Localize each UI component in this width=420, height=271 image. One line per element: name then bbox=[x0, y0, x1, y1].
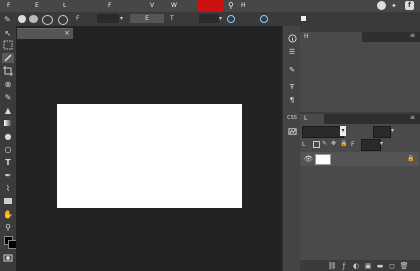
size-field[interactable] bbox=[97, 14, 119, 23]
fill-select[interactable] bbox=[361, 139, 381, 151]
reddit-icon[interactable] bbox=[377, 1, 386, 10]
path-select-icon[interactable]: ⌇ bbox=[2, 183, 14, 193]
brush-panel-icon[interactable]: ✎ bbox=[285, 64, 299, 76]
menu-filter[interactable]: F bbox=[108, 2, 111, 9]
image-icon[interactable] bbox=[285, 125, 299, 137]
brush-icon[interactable]: ✎ bbox=[2, 92, 14, 102]
lock-transparent-icon[interactable] bbox=[313, 141, 320, 148]
brush-flow-icon[interactable] bbox=[58, 15, 68, 25]
trash-icon[interactable]: 🗑 bbox=[400, 262, 409, 270]
panels-column: H ≡ L ≡ ▾ ▾ L ✎ ✥ 🔒 F ▾ bbox=[300, 26, 420, 271]
gradient-tool-icon[interactable] bbox=[2, 118, 14, 128]
stamp-tool-icon[interactable]: ▲ bbox=[2, 105, 14, 115]
adjustment-icon[interactable]: ◐ bbox=[352, 262, 360, 270]
pen-tool-icon[interactable]: ✒ bbox=[2, 170, 14, 180]
chevron-down-icon[interactable]: ▾ bbox=[120, 15, 123, 22]
hand-tool-icon[interactable]: ✋ bbox=[2, 209, 14, 219]
history-tab-label: H bbox=[304, 33, 309, 40]
blur-tool-icon[interactable]: ● bbox=[2, 131, 14, 141]
lock-label: L bbox=[302, 141, 306, 148]
layers-tab-label: L bbox=[304, 115, 308, 122]
shape-tool-icon[interactable] bbox=[2, 196, 14, 206]
document-tab[interactable]: × bbox=[17, 28, 73, 39]
layer-lock-icon: 🔒 bbox=[407, 155, 415, 162]
tab-layers[interactable]: L bbox=[300, 114, 324, 124]
opacity-dropdown-icon[interactable]: ▾ bbox=[391, 127, 394, 134]
character-icon[interactable]: Ŧ bbox=[285, 81, 299, 93]
lasso-tool-icon[interactable] bbox=[2, 53, 14, 63]
brush-erase-icon[interactable] bbox=[42, 15, 53, 25]
properties-icon[interactable]: ☰ bbox=[285, 46, 299, 58]
menu-bar: F E L F V W ⚲ H ✦ f bbox=[0, 0, 420, 12]
layer-row[interactable]: 👁 🔒 bbox=[301, 152, 419, 166]
label-t: T bbox=[170, 15, 174, 22]
type-tool-icon[interactable]: T bbox=[2, 157, 14, 167]
menu-help[interactable]: H bbox=[241, 2, 246, 9]
pressure-icon[interactable] bbox=[227, 15, 235, 23]
layers-footer: ⛓ ƒ ◐ ▣ ▬ ◻ 🗑 bbox=[300, 260, 420, 271]
marquee-tool-icon[interactable] bbox=[2, 40, 14, 50]
brush-tool-icon[interactable]: ✎ bbox=[4, 15, 11, 24]
history-panel bbox=[300, 42, 420, 112]
css-icon[interactable]: CSS bbox=[285, 112, 299, 124]
opacity-field[interactable] bbox=[199, 14, 219, 23]
layers-menu-icon[interactable]: ≡ bbox=[410, 114, 415, 121]
menu-view[interactable]: V bbox=[150, 2, 154, 9]
brush-mode-icon[interactable] bbox=[29, 15, 38, 23]
info-icon[interactable] bbox=[285, 32, 299, 44]
menu-file[interactable]: F bbox=[7, 2, 10, 9]
document-canvas[interactable] bbox=[57, 104, 242, 208]
fill-label: F bbox=[351, 141, 355, 148]
crop-tool-icon[interactable] bbox=[2, 66, 14, 76]
layer-style-icon[interactable]: ƒ bbox=[340, 262, 348, 270]
brush-preset-icon[interactable] bbox=[18, 15, 26, 23]
dodge-tool-icon[interactable]: ○ bbox=[2, 144, 14, 154]
group-folder-icon[interactable]: ▬ bbox=[376, 262, 384, 270]
paragraph-icon[interactable]: ¶ bbox=[285, 94, 299, 106]
twitter-icon[interactable]: ✦ bbox=[391, 2, 397, 10]
label-f: F bbox=[76, 15, 80, 22]
menu-window[interactable]: W bbox=[171, 2, 177, 9]
lock-icon[interactable]: 🔒 bbox=[340, 140, 347, 147]
close-icon[interactable]: × bbox=[64, 29, 70, 37]
move-tool-icon[interactable]: ↖ bbox=[2, 28, 14, 38]
menu-layer[interactable]: L bbox=[63, 2, 66, 9]
opacity-select[interactable] bbox=[373, 126, 391, 138]
new-layer-icon[interactable]: ◻ bbox=[388, 262, 396, 270]
panel-icon-strip: ☰ ✎ Ŧ ¶ CSS bbox=[282, 26, 301, 271]
tab-history[interactable]: H bbox=[300, 32, 362, 42]
link-layers-icon[interactable]: ⛓ bbox=[328, 262, 337, 270]
blend-chevron-icon[interactable]: ▾ bbox=[340, 126, 346, 136]
layer-thumbnail bbox=[315, 154, 331, 165]
search-icon[interactable]: ⚲ bbox=[228, 1, 234, 10]
smoothing-icon[interactable] bbox=[260, 15, 268, 23]
eye-icon[interactable]: 👁 bbox=[304, 155, 313, 163]
lock-move-icon[interactable]: ✥ bbox=[331, 140, 336, 147]
options-bar: ✎ F ▾ E T ▾ bbox=[0, 12, 420, 26]
panel-menu-icon[interactable]: ≡ bbox=[410, 32, 415, 39]
blend-mode-select[interactable] bbox=[302, 126, 344, 138]
mask-icon[interactable]: ▣ bbox=[364, 262, 372, 270]
fill-dropdown-icon[interactable]: ▾ bbox=[380, 140, 383, 147]
quick-mask-icon[interactable] bbox=[2, 253, 14, 263]
tools-panel: ↖ ⊗ ✎ ▲ ● ○ T ✒ ⌇ ✋ ⚲ bbox=[0, 26, 17, 271]
zoom-tool-icon[interactable]: ⚲ bbox=[2, 222, 14, 232]
square-swatch-icon[interactable] bbox=[301, 16, 306, 21]
opacity-chevron-icon[interactable]: ▾ bbox=[219, 15, 222, 22]
color-swatch[interactable] bbox=[198, 0, 224, 11]
healing-tool-icon[interactable]: ⊗ bbox=[2, 79, 14, 89]
lock-paint-icon[interactable]: ✎ bbox=[322, 140, 327, 147]
menu-edit[interactable]: E bbox=[35, 2, 39, 9]
edit-field[interactable]: E bbox=[130, 14, 164, 23]
facebook-icon[interactable]: f bbox=[405, 1, 414, 10]
